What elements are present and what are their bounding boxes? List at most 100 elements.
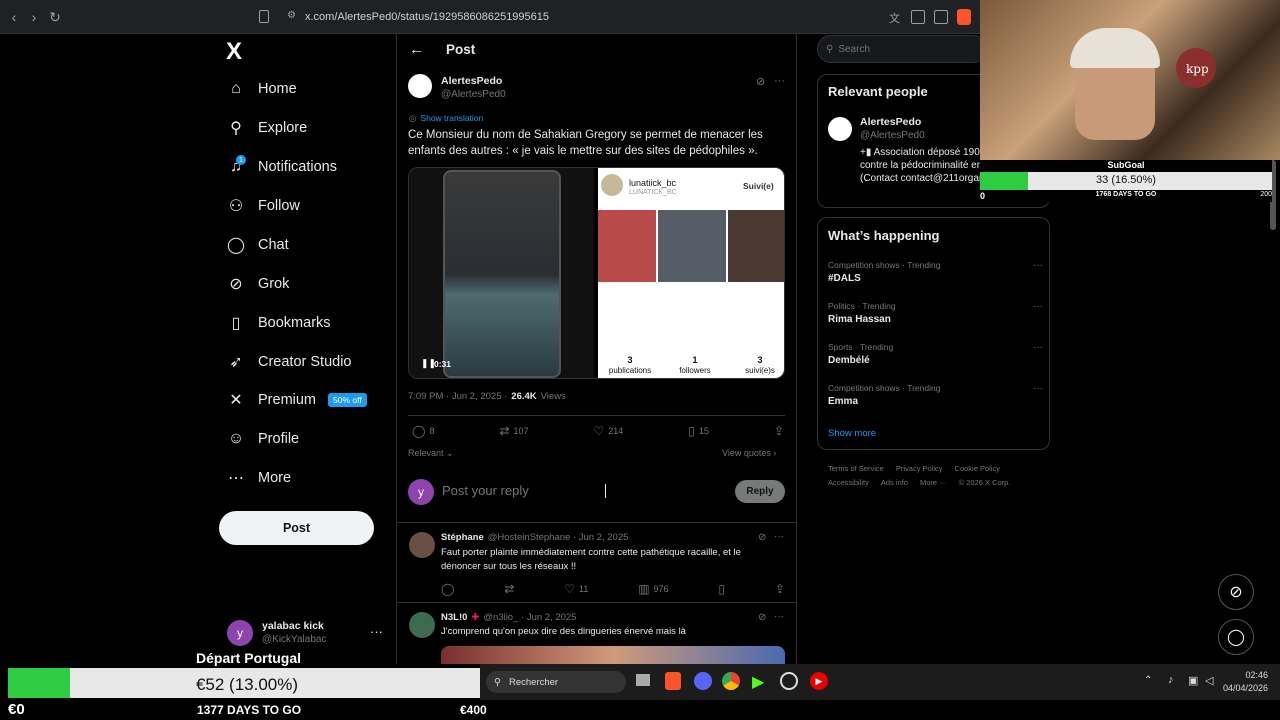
more-icon[interactable]: ··· (1033, 301, 1043, 312)
kick-icon[interactable]: ▶ (752, 672, 764, 692)
media-player-icon[interactable]: ▶ (810, 672, 828, 690)
discord-icon[interactable] (694, 672, 712, 690)
sidebar-item-follow[interactable]: ⚇ Follow (226, 192, 300, 220)
avatar[interactable] (409, 532, 435, 558)
more-icon[interactable]: ··· (370, 624, 383, 639)
brave-icon[interactable] (665, 672, 681, 690)
post-button[interactable]: Post (219, 511, 374, 545)
more-icon[interactable]: ··· (774, 611, 784, 622)
taskbar-search[interactable]: ⚲ Rechercher (486, 671, 626, 693)
screenshot-photo (658, 210, 726, 282)
search-input[interactable]: ⚲ Search (817, 35, 987, 63)
reply-author-name[interactable]: N3L!0 (441, 612, 467, 623)
address-bar[interactable]: x.com/AlertesPed0/status/192958608625199… (305, 11, 549, 23)
show-translation-link[interactable]: ◎ Show translation (409, 113, 483, 124)
clock-time[interactable]: 02:46 (1220, 670, 1268, 680)
views-button[interactable]: ▥ 976 (638, 582, 668, 596)
sort-dropdown[interactable]: Relevant ⌄ (408, 448, 454, 459)
trend-name: Dembélé (828, 355, 870, 366)
obs-icon[interactable] (780, 672, 798, 690)
clock-date[interactable]: 04/04/2026 (1210, 683, 1268, 693)
view-quotes-link[interactable]: View quotes › (722, 448, 776, 458)
reply-button[interactable]: ◯ 8 (412, 424, 434, 438)
trend-item[interactable]: Competition shows · Trending Emma ··· (828, 383, 1043, 407)
trend-item[interactable]: Competition shows · Trending #DALS ··· (828, 260, 1043, 284)
reply-button[interactable]: ◯ (441, 582, 454, 596)
trend-item[interactable]: Politics · Trending Rima Hassan ··· (828, 301, 1043, 325)
repost-button[interactable]: ⇄ (504, 582, 514, 596)
show-more-link[interactable]: Show more (828, 428, 876, 439)
site-info-icon[interactable]: ⚙ (287, 10, 296, 21)
sidebar-item-more[interactable]: ⋯ More (226, 464, 291, 492)
footer-link[interactable]: Cookie Policy (955, 464, 1000, 473)
sidebar-item-premium[interactable]: ✕ Premium 50% off (226, 386, 367, 414)
footer-link[interactable]: Terms of Service (828, 464, 884, 473)
sidebar-item-grok[interactable]: ⊘ Grok (226, 270, 289, 298)
reply-button[interactable]: Reply (735, 480, 785, 503)
more-icon[interactable]: ··· (774, 531, 784, 542)
sidebar-item-profile[interactable]: ☺ Profile (226, 425, 299, 453)
brave-shield-icon[interactable] (957, 9, 971, 25)
avatar[interactable] (828, 117, 852, 141)
reply-author-name[interactable]: Stéphane (441, 532, 484, 543)
like-button[interactable]: ♡ 11 (564, 582, 588, 596)
reload-icon[interactable]: ↻ (47, 9, 63, 26)
footer-link[interactable]: © 2026 X Corp. (959, 478, 1011, 487)
author-name[interactable]: AlertesPedo (441, 75, 502, 87)
microphone-icon[interactable]: ♪ (1168, 674, 1174, 686)
share-button[interactable]: ⇪ (775, 582, 785, 596)
more-icon[interactable]: ··· (1033, 342, 1043, 353)
network-icon[interactable]: ▣ (1188, 674, 1198, 687)
bookmark-button[interactable]: ▯ (718, 582, 725, 596)
post-actions: ◯ 8 ⇄ 107 ♡ 214 ▯ 15 ⇪ (412, 424, 784, 438)
author-handle[interactable]: @AlertesPed0 (441, 89, 506, 100)
reply-input[interactable]: Post your reply (442, 483, 529, 498)
more-icon[interactable]: ··· (774, 75, 785, 87)
trend-item[interactable]: Sports · Trending Dembélé ··· (828, 342, 1043, 366)
post-media[interactable]: ❚❚ 0:31 lunatiick_bc LUNATICK_BC Suivi(e… (408, 167, 785, 379)
task-view-icon[interactable] (636, 674, 650, 686)
heart-icon: ♡ (593, 424, 605, 438)
sidebar-item-home[interactable]: ⌂ Home (226, 75, 297, 103)
sidebar-item-bookmarks[interactable]: ▯ Bookmarks (226, 309, 331, 337)
share-button[interactable]: ⇪ (774, 424, 784, 438)
footer-link[interactable]: Privacy Policy (896, 464, 943, 473)
more-icon[interactable]: ··· (1033, 383, 1043, 394)
chat-fab[interactable]: ◯ (1218, 619, 1254, 655)
person-handle[interactable]: @AlertesPed0 (860, 130, 925, 141)
back-arrow-icon[interactable]: ← (409, 41, 424, 58)
forward-arrow-icon[interactable]: › (26, 9, 42, 25)
grok-fab[interactable]: ⊘ (1218, 574, 1254, 610)
trend-name: Rima Hassan (828, 314, 891, 325)
footer-link[interactable]: Accessibility (828, 478, 869, 487)
avatar[interactable] (409, 612, 435, 638)
back-arrow-icon[interactable]: ‹ (6, 9, 22, 25)
x-logo[interactable]: X (226, 38, 242, 66)
chrome-icon[interactable] (722, 672, 740, 690)
share-icon[interactable] (934, 10, 948, 24)
avatar[interactable]: y (227, 620, 253, 646)
translate-icon[interactable]: 文 (889, 10, 900, 26)
more-icon[interactable]: ··· (1033, 260, 1043, 271)
bookmark-button[interactable]: ▯ 15 (688, 424, 709, 438)
author-avatar[interactable] (408, 74, 432, 98)
footer-link[interactable]: Ads info (881, 478, 908, 487)
sidebar-item-explore[interactable]: ⚲ Explore (226, 114, 307, 142)
sidebar-item-chat[interactable]: ◯ Chat (226, 231, 289, 259)
bookmark-page-icon[interactable] (259, 10, 269, 23)
video-player[interactable]: ❚❚ 0:31 (409, 168, 594, 378)
grok-icon[interactable]: ⊘ (758, 612, 766, 623)
reply-media[interactable] (441, 646, 785, 664)
sidebar-item-creator-studio[interactable]: ➶ Creator Studio (226, 348, 351, 376)
repost-button[interactable]: ⇄ 107 (499, 424, 528, 438)
sidebar-item-notifications[interactable]: ♫ 1 Notifications (226, 153, 337, 181)
cast-icon[interactable] (911, 10, 925, 24)
like-button[interactable]: ♡ 214 (594, 424, 624, 438)
person-name[interactable]: AlertesPedo (860, 116, 921, 128)
profile-screenshot[interactable]: lunatiick_bc LUNATICK_BC Suivi(e) 3 publi… (598, 168, 784, 378)
grok-icon[interactable]: ⊘ (758, 532, 766, 543)
chevron-up-icon[interactable]: ⌃ (1144, 675, 1152, 686)
screenshot-photo (728, 210, 784, 282)
grok-icon[interactable]: ⊘ (756, 75, 765, 88)
footer-link[interactable]: More ··· (920, 478, 947, 487)
